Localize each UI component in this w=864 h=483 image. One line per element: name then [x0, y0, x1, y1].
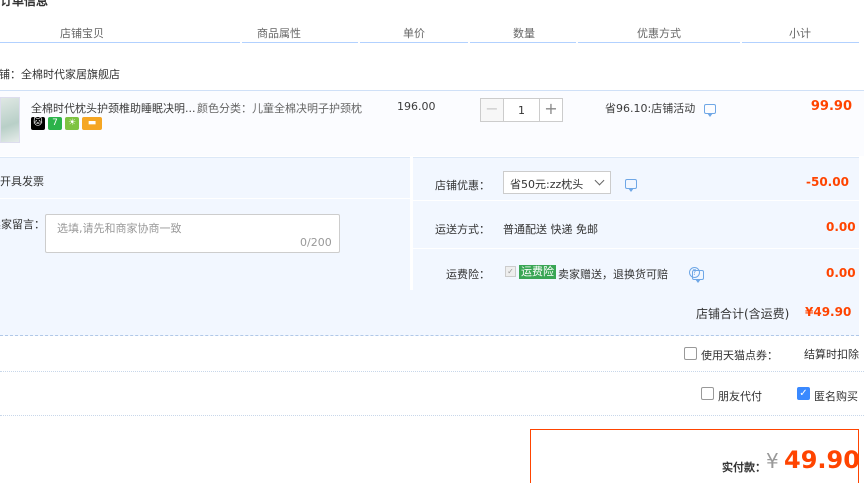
insurance-value: 0.00	[826, 266, 856, 280]
product-sku: 颜色分类：儿童全棉决明子护颈枕	[197, 102, 362, 115]
header-subtotal: 小计	[789, 27, 811, 40]
help-icon[interactable]: ?	[689, 267, 700, 278]
unit-price: 196.00	[397, 100, 436, 113]
shipping-value: 0.00	[826, 220, 856, 234]
insurance-desc: 卖家赠送，退换货可赔	[558, 268, 668, 281]
chevron-down-icon	[594, 175, 605, 186]
payment-total: 49.90	[784, 446, 860, 474]
increase-quantity-button[interactable]: +	[539, 98, 563, 122]
insurance-checkbox: ✓	[505, 266, 516, 277]
shop-total-label: 店铺合计(含运费)	[696, 307, 790, 321]
coupon-value: -50.00	[806, 175, 849, 189]
header-discount: 优惠方式	[637, 27, 681, 40]
promo-info: 省96.10:店铺活动	[605, 100, 716, 117]
anonymous-checkbox[interactable]: ✓	[797, 387, 810, 400]
header-attributes: 商品属性	[257, 27, 301, 40]
header-underline	[242, 42, 358, 43]
tmall-cat-icon[interactable]: 🐱	[31, 117, 45, 130]
shop-total-value: ¥49.90	[805, 305, 852, 319]
payment-label: 实付款：	[722, 461, 766, 474]
insurance-label: 运费险：	[446, 268, 490, 281]
divider	[413, 200, 859, 201]
header-underline	[470, 42, 576, 43]
decrease-quantity-button[interactable]: −	[480, 98, 504, 122]
shop-name[interactable]: 店铺：全棉时代家居旗舰店	[0, 66, 120, 82]
coupon-select[interactable]: 省50元:zz枕头	[503, 171, 611, 194]
anonymous-label: 匿名购买	[814, 390, 858, 403]
seven-day-return-icon[interactable]: 7	[48, 117, 62, 130]
service-badges: 🐱 7 ☀ ▬	[31, 117, 102, 130]
header-quantity: 数量	[513, 27, 535, 40]
section-title: 订单信息	[0, 0, 49, 8]
shipping-method: 普通配送 快递 免邮	[503, 223, 598, 236]
currency-symbol: ¥	[766, 449, 779, 473]
product-thumbnail[interactable]	[0, 97, 20, 143]
message-placeholder: 选填,请先和商家协商一致	[57, 222, 182, 235]
item-subtotal: 99.90	[810, 99, 852, 114]
chat-icon[interactable]	[703, 104, 716, 117]
header-underline	[360, 42, 468, 43]
shipping-label: 运送方式：	[435, 223, 490, 236]
coupon-selected-value: 省50元:zz枕头	[510, 178, 584, 191]
divider	[0, 415, 864, 416]
message-label: 卖家留言：	[0, 218, 45, 231]
header-underline	[578, 42, 740, 43]
header-shop-item: 店铺宝贝	[60, 27, 104, 40]
points-checkbox[interactable]	[684, 347, 697, 360]
points-label: 使用天猫点券：	[701, 349, 778, 362]
friend-pay-checkbox[interactable]	[701, 387, 714, 400]
friend-pay-label: 朋友代付	[718, 390, 762, 403]
points-note: 结算时扣除	[804, 348, 859, 361]
header-unit-price: 单价	[403, 27, 425, 40]
header-underline	[742, 42, 859, 43]
promo-text: 省96.10:店铺活动	[605, 102, 696, 115]
message-char-count: 0/200	[300, 236, 332, 249]
header-underline	[0, 42, 240, 43]
card-icon[interactable]: ▬	[82, 117, 102, 130]
coupon-label: 店铺优惠：	[435, 179, 490, 192]
invoice-option[interactable]: 开具发票	[0, 173, 44, 189]
quantity-input[interactable]	[504, 98, 539, 122]
divider	[0, 371, 864, 372]
bulb-icon[interactable]: ☀	[65, 117, 79, 130]
insurance-tag: 运费险	[519, 265, 556, 279]
chat-icon[interactable]	[625, 179, 637, 192]
divider	[0, 198, 410, 199]
divider	[413, 248, 859, 249]
product-title-link[interactable]: 全棉时代枕头护颈椎助睡眠决明...	[31, 100, 195, 116]
quantity-stepper: − +	[480, 98, 563, 122]
